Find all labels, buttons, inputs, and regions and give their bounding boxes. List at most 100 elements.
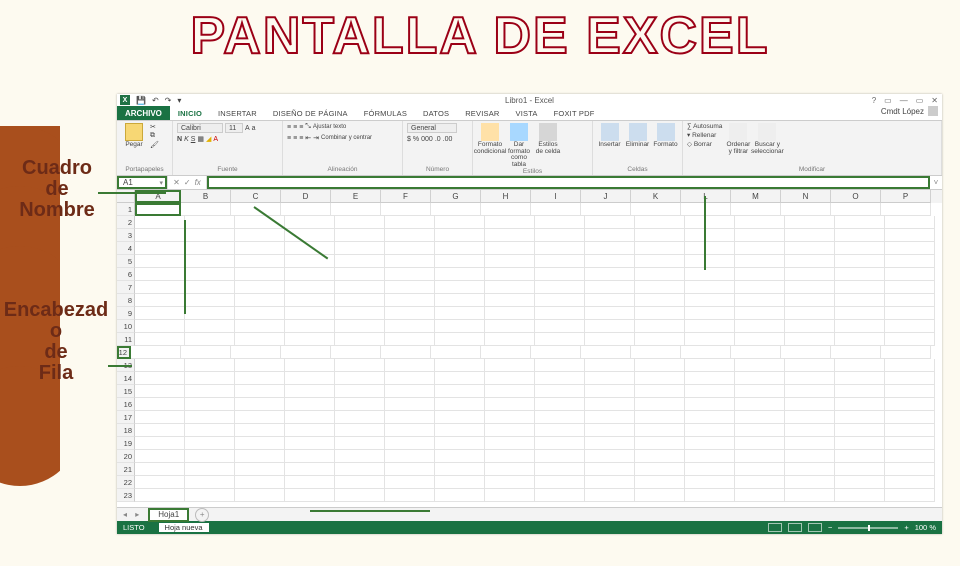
cell[interactable] — [885, 463, 935, 476]
cell[interactable] — [885, 268, 935, 281]
ribbon-options-icon[interactable]: ▭ — [884, 96, 892, 105]
cell[interactable] — [381, 346, 431, 359]
cell[interactable] — [635, 437, 685, 450]
cell[interactable] — [635, 463, 685, 476]
cell[interactable] — [485, 476, 535, 489]
cell[interactable] — [385, 450, 435, 463]
cell[interactable] — [485, 359, 535, 372]
view-normal-icon[interactable] — [768, 523, 782, 532]
cell[interactable] — [285, 372, 335, 385]
qat-redo-icon[interactable]: ↷ — [165, 96, 172, 105]
cell[interactable] — [685, 216, 735, 229]
cell[interactable] — [131, 346, 181, 359]
cell[interactable] — [135, 450, 185, 463]
cell[interactable] — [785, 242, 835, 255]
shrink-font-icon[interactable]: a — [252, 125, 256, 132]
cell[interactable] — [435, 385, 485, 398]
cell[interactable] — [485, 463, 535, 476]
row-header[interactable]: 22 — [117, 476, 135, 489]
cell[interactable] — [335, 268, 385, 281]
cell[interactable] — [335, 281, 385, 294]
row-header[interactable]: 14 — [117, 372, 135, 385]
fill-button[interactable]: ▾ Rellenar — [687, 131, 722, 139]
copy-icon[interactable]: ⧉ — [150, 132, 159, 140]
cell[interactable] — [135, 229, 185, 242]
autosum-button[interactable]: ∑ Autosuma — [687, 123, 722, 130]
cell[interactable] — [235, 320, 285, 333]
row-header[interactable]: 20 — [117, 450, 135, 463]
cell[interactable] — [431, 346, 481, 359]
enter-icon[interactable]: ✓ — [184, 178, 191, 187]
cell[interactable] — [735, 359, 785, 372]
cell[interactable] — [835, 320, 885, 333]
cell[interactable] — [885, 437, 935, 450]
column-header[interactable]: N — [781, 190, 831, 203]
currency-icon[interactable]: $ — [407, 136, 411, 143]
format-cells-button[interactable]: Formato — [653, 123, 678, 149]
cell[interactable] — [285, 411, 335, 424]
cell[interactable] — [485, 281, 535, 294]
cell[interactable] — [835, 450, 885, 463]
cell[interactable] — [485, 489, 535, 502]
cell[interactable] — [385, 437, 435, 450]
cell[interactable] — [835, 268, 885, 281]
cell[interactable] — [481, 346, 531, 359]
cell[interactable] — [235, 255, 285, 268]
cell[interactable] — [785, 281, 835, 294]
row-header[interactable]: 23 — [117, 489, 135, 502]
cell[interactable] — [335, 333, 385, 346]
cell[interactable] — [631, 203, 681, 216]
cell[interactable] — [885, 242, 935, 255]
cell[interactable] — [135, 255, 185, 268]
cell[interactable] — [285, 385, 335, 398]
cell[interactable] — [235, 437, 285, 450]
cell[interactable] — [531, 346, 581, 359]
cell[interactable] — [785, 216, 835, 229]
cell[interactable] — [281, 203, 331, 216]
cell[interactable] — [385, 385, 435, 398]
cell[interactable] — [485, 437, 535, 450]
grid-rows[interactable]: 1234567891011121314151617181920212223 — [117, 203, 942, 507]
cell[interactable] — [635, 398, 685, 411]
column-header[interactable]: F — [381, 190, 431, 203]
font-name-select[interactable]: Calibri — [177, 123, 223, 133]
cell[interactable] — [185, 307, 235, 320]
cell[interactable] — [835, 489, 885, 502]
cell[interactable] — [635, 411, 685, 424]
cell[interactable] — [635, 476, 685, 489]
cell[interactable] — [731, 203, 781, 216]
cell[interactable] — [235, 463, 285, 476]
row-header[interactable]: 6 — [117, 268, 135, 281]
cell[interactable] — [735, 489, 785, 502]
cell[interactable] — [835, 398, 885, 411]
column-header[interactable]: C — [231, 190, 281, 203]
cell[interactable] — [585, 489, 635, 502]
cell[interactable] — [385, 268, 435, 281]
column-header[interactable]: O — [831, 190, 881, 203]
cell[interactable] — [785, 359, 835, 372]
cell[interactable] — [385, 216, 435, 229]
row-header[interactable]: 3 — [117, 229, 135, 242]
cell[interactable] — [685, 424, 735, 437]
cell[interactable] — [585, 268, 635, 281]
inc-decimal-icon[interactable]: .0 — [435, 136, 441, 143]
cell[interactable] — [135, 359, 185, 372]
cell[interactable] — [335, 463, 385, 476]
cell[interactable] — [885, 398, 935, 411]
cell[interactable] — [735, 268, 785, 281]
cell[interactable] — [585, 333, 635, 346]
cell[interactable] — [435, 476, 485, 489]
cell[interactable] — [535, 294, 585, 307]
cell[interactable] — [885, 320, 935, 333]
cell[interactable] — [435, 359, 485, 372]
cell[interactable] — [185, 268, 235, 281]
cell[interactable] — [385, 398, 435, 411]
column-header[interactable]: K — [631, 190, 681, 203]
zoom-level[interactable]: 100 % — [915, 523, 936, 532]
view-layout-icon[interactable] — [788, 523, 802, 532]
borders-icon[interactable]: ▦ — [197, 135, 204, 143]
fx-icon[interactable]: fx — [195, 178, 201, 187]
cell[interactable] — [835, 424, 885, 437]
cell[interactable] — [585, 255, 635, 268]
cell[interactable] — [435, 229, 485, 242]
